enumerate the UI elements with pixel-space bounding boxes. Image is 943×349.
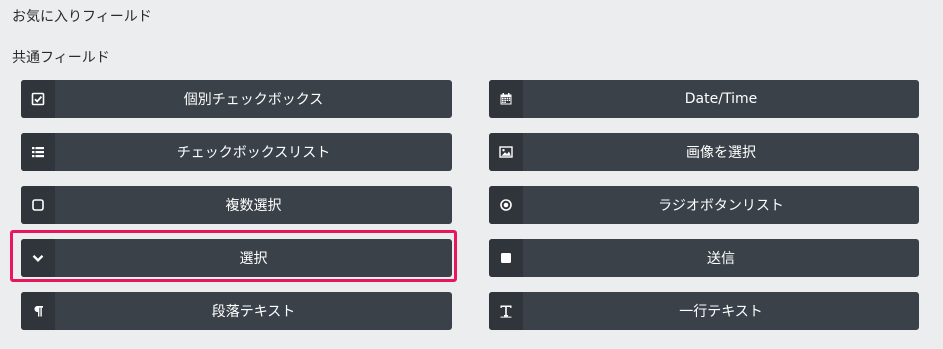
field-label: 一行テキスト <box>679 304 763 320</box>
field-date-time-button[interactable]: Date/Time <box>489 80 919 118</box>
field-checkbox-list-button[interactable]: チェックボックスリスト <box>21 133 452 171</box>
image-icon <box>489 133 523 171</box>
field-label: 複数選択 <box>225 198 282 214</box>
common-section-title: 共通フィールド <box>12 50 110 66</box>
field-radio-list-button[interactable]: ラジオボタンリスト <box>489 186 919 224</box>
square-icon <box>489 239 523 277</box>
field-label: 送信 <box>707 251 735 267</box>
field-label: チェックボックスリスト <box>176 145 331 161</box>
text-icon <box>489 292 523 330</box>
radio-icon <box>489 186 523 224</box>
field-submit-button[interactable]: 送信 <box>489 239 919 277</box>
calendar-icon <box>489 80 523 118</box>
field-label: Date/Time <box>684 91 758 107</box>
list-icon <box>21 133 55 171</box>
field-label: 段落テキスト <box>211 304 296 320</box>
field-single-line-text-button[interactable]: 一行テキスト <box>489 292 919 330</box>
field-label: ラジオボタンリスト <box>658 198 784 214</box>
field-label: 画像を選択 <box>686 145 756 161</box>
field-paragraph-text-button[interactable]: 段落テキスト <box>21 292 452 330</box>
favorites-section-title: お気に入りフィールド <box>12 9 152 25</box>
paragraph-icon <box>21 292 55 330</box>
chevron-down-icon <box>21 239 55 277</box>
field-single-checkbox-button[interactable]: 個別チェックボックス <box>21 80 452 118</box>
field-image-select-button[interactable]: 画像を選択 <box>489 133 919 171</box>
checkbox-checked-icon <box>21 80 55 118</box>
field-label: 個別チェックボックス <box>183 92 324 108</box>
field-select-button[interactable]: 選択 <box>21 239 452 277</box>
checkbox-empty-icon <box>21 186 55 224</box>
field-label: 選択 <box>239 251 268 267</box>
field-multi-select-button[interactable]: 複数選択 <box>21 186 452 224</box>
